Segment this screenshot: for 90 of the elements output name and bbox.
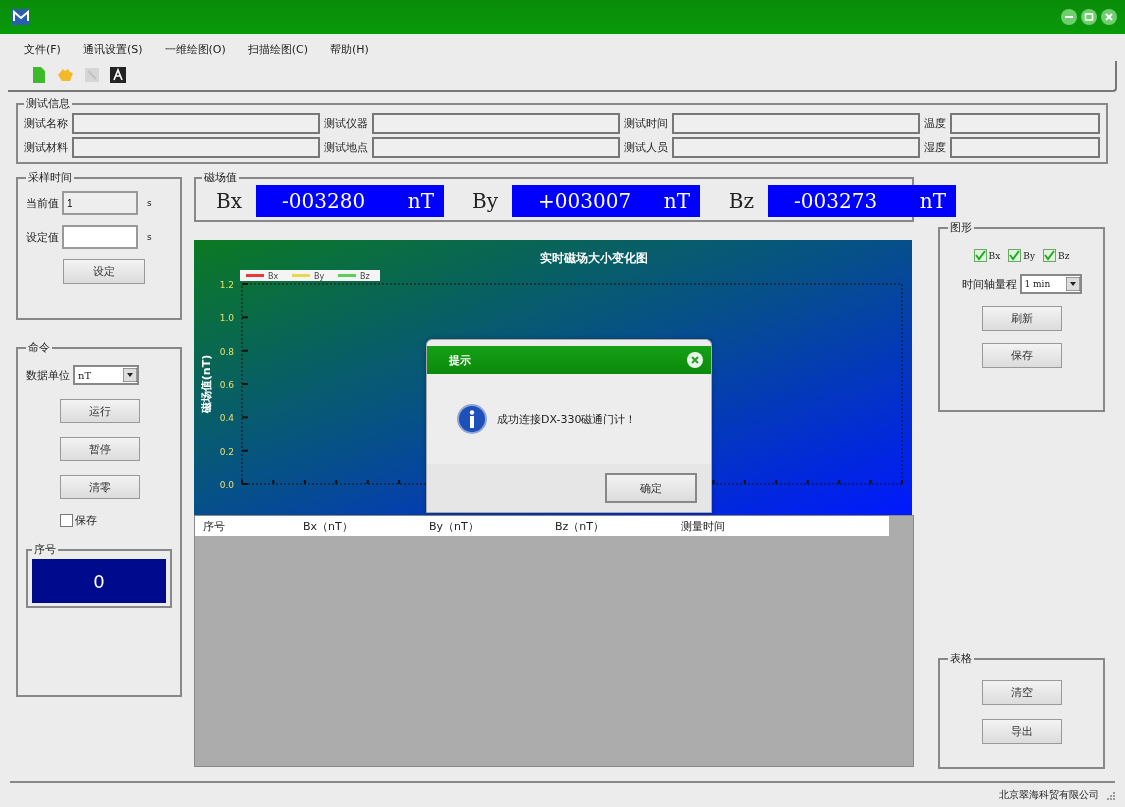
legend-label: Bz bbox=[360, 272, 370, 281]
ok-button[interactable]: 确定 bbox=[605, 473, 697, 503]
field-label: 时间轴量程 bbox=[961, 276, 1017, 292]
set-value-field[interactable] bbox=[62, 225, 138, 249]
y-tick-label: 1.0 bbox=[219, 313, 234, 324]
dropdown-arrow-icon[interactable] bbox=[1065, 277, 1080, 291]
text-field[interactable] bbox=[372, 113, 620, 134]
y-tick-label: 0.6 bbox=[219, 380, 234, 390]
text-field[interactable] bbox=[672, 113, 920, 134]
field-label: 测试时间 bbox=[624, 116, 668, 131]
series-checkbox[interactable]: Bz bbox=[1043, 249, 1070, 262]
field-label: 设定值 bbox=[26, 229, 59, 245]
unit-dropdown[interactable]: nT bbox=[73, 365, 139, 385]
font-icon[interactable] bbox=[110, 67, 126, 83]
field-label: 当前值 bbox=[26, 195, 59, 211]
field-label: 测试名称 bbox=[24, 116, 68, 131]
chart-title: 实时磁场大小变化图 bbox=[540, 251, 648, 265]
table-button[interactable]: 导出 bbox=[981, 719, 1062, 744]
axis-label: Bx bbox=[215, 189, 242, 213]
command-button[interactable]: 运行 bbox=[60, 399, 140, 423]
field-label: 测试人员 bbox=[624, 140, 668, 155]
dialog-title: 提示 bbox=[449, 352, 471, 368]
axis-label: Bz bbox=[727, 189, 754, 213]
column-header[interactable]: Bx（nT） bbox=[303, 518, 353, 534]
dialog-message: 成功连接DX-330磁通门计！ bbox=[497, 411, 637, 427]
reading-display: -003280 nT bbox=[256, 185, 444, 217]
legend-label: Bx bbox=[268, 272, 279, 281]
text-field[interactable] bbox=[72, 137, 320, 158]
y-tick-label: 0.2 bbox=[219, 446, 234, 457]
field-label: 测试地点 bbox=[324, 140, 368, 155]
info-icon bbox=[457, 404, 487, 434]
save-checkbox[interactable]: 保存 bbox=[60, 513, 172, 528]
y-tick-label: 0.0 bbox=[219, 480, 234, 490]
maximize-icon[interactable] bbox=[1081, 9, 1097, 25]
text-field[interactable] bbox=[672, 137, 920, 158]
range-dropdown[interactable]: 1 min bbox=[1019, 274, 1082, 294]
y-tick-label: 0.8 bbox=[219, 346, 234, 357]
group-title: 测试信息 bbox=[25, 96, 71, 111]
resize-grip-icon[interactable] bbox=[1105, 790, 1115, 800]
checkmark-icon bbox=[1044, 250, 1055, 261]
field-label: 测试仪器 bbox=[324, 116, 368, 131]
menu-item[interactable]: 一维绘图(O) bbox=[164, 42, 226, 57]
field-label: 温度 bbox=[924, 116, 946, 131]
command-button[interactable]: 暂停 bbox=[60, 437, 140, 461]
text-field[interactable] bbox=[72, 113, 320, 134]
checkmark-icon bbox=[974, 250, 986, 261]
menu-item[interactable]: 文件(F) bbox=[24, 42, 61, 57]
legend-label: By bbox=[314, 272, 325, 281]
document-icon[interactable] bbox=[32, 67, 46, 83]
group-title: 表格 bbox=[949, 651, 973, 666]
field-label: 湿度 bbox=[924, 140, 946, 155]
field-label: 数据单位 bbox=[26, 367, 70, 383]
y-tick-label: 0.4 bbox=[219, 413, 234, 424]
app-logo-icon bbox=[12, 9, 30, 25]
unit-label: s bbox=[147, 232, 152, 242]
graph-button[interactable]: 刷新 bbox=[981, 306, 1062, 331]
y-tick-label: 1.2 bbox=[219, 280, 234, 290]
company-name: 北京翠海科贸有限公司 bbox=[999, 788, 1099, 802]
column-header[interactable]: By（nT） bbox=[429, 518, 479, 534]
close-icon[interactable] bbox=[687, 352, 703, 368]
table-button[interactable]: 清空 bbox=[981, 680, 1062, 705]
menu-item[interactable]: 扫描绘图(C) bbox=[247, 42, 308, 57]
close-icon[interactable] bbox=[1101, 9, 1117, 25]
set-button[interactable]: 设定 bbox=[63, 259, 145, 284]
column-header[interactable]: 测量时间 bbox=[681, 518, 725, 534]
menu-item[interactable]: 通讯设置(S) bbox=[82, 42, 143, 57]
menu-item[interactable]: 帮助(H) bbox=[330, 42, 369, 57]
checkmark-icon bbox=[1009, 250, 1021, 261]
minimize-icon[interactable] bbox=[1061, 9, 1077, 25]
command-button[interactable]: 清零 bbox=[60, 475, 140, 499]
graph-button[interactable]: 保存 bbox=[981, 343, 1062, 368]
current-value-field[interactable]: 1 bbox=[62, 191, 138, 215]
group-title: 命令 bbox=[27, 340, 51, 355]
field-label: 测试材料 bbox=[24, 140, 68, 155]
group-title: 磁场值 bbox=[203, 170, 238, 185]
group-title: 序号 bbox=[33, 542, 57, 557]
axis-label: By bbox=[471, 189, 498, 213]
group-title: 采样时间 bbox=[27, 170, 73, 185]
serial-display: 0 bbox=[32, 559, 166, 603]
text-field[interactable] bbox=[950, 113, 1100, 134]
y-axis-label: 磁场值(nT) bbox=[200, 354, 213, 414]
text-field[interactable] bbox=[372, 137, 620, 158]
reading-display: -003273 nT bbox=[768, 185, 956, 217]
group-title: 图形 bbox=[949, 220, 973, 235]
unit-label: s bbox=[147, 198, 152, 208]
text-field[interactable] bbox=[950, 137, 1100, 158]
column-header[interactable]: Bz（nT） bbox=[555, 518, 604, 534]
column-header[interactable]: 序号 bbox=[203, 518, 225, 534]
dropdown-arrow-icon[interactable] bbox=[123, 368, 137, 382]
reading-display: +003007 nT bbox=[512, 185, 700, 217]
